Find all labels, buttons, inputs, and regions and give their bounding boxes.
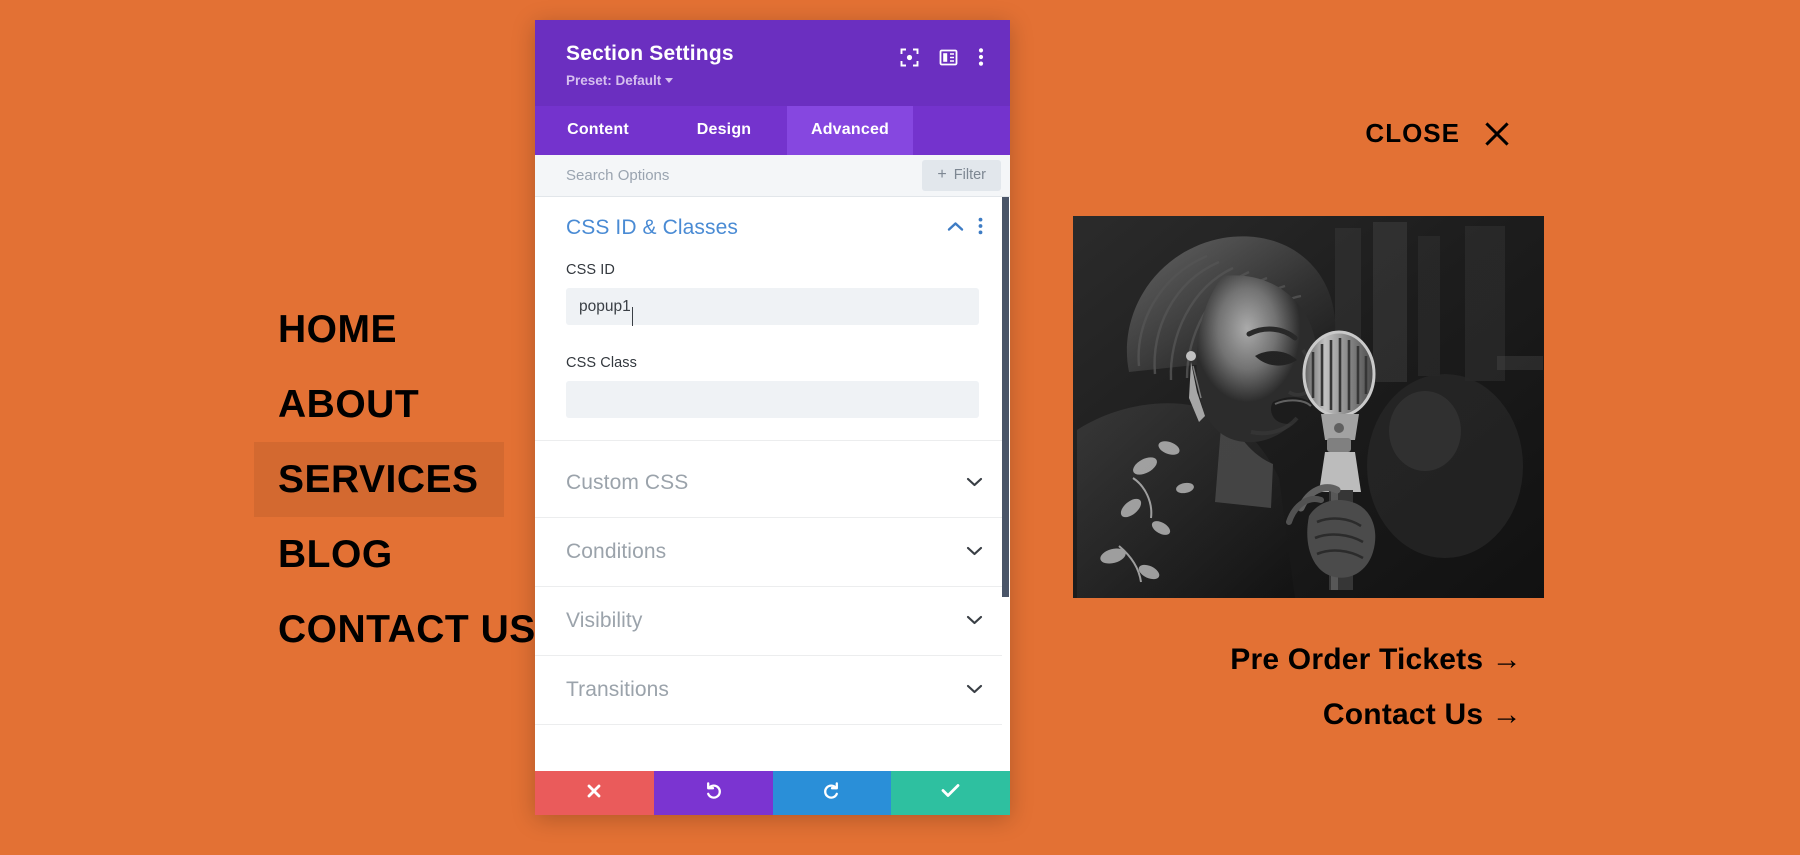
cta-links: Pre Order Tickets → Contact Us →: [1000, 640, 1522, 750]
chevron-down-icon[interactable]: [966, 474, 983, 492]
css-id-input[interactable]: popup1: [566, 288, 979, 326]
scrollbar-thumb[interactable]: [1002, 197, 1009, 598]
plus-icon: +: [937, 166, 947, 184]
singer-microphone-photo: [1073, 216, 1544, 598]
modal-body: CSS ID & Classes CSS ID popup1 CSS Class…: [535, 197, 1010, 771]
layout-panel-icon[interactable]: [939, 48, 958, 72]
tab-advanced[interactable]: Advanced: [787, 106, 913, 156]
section-transitions[interactable]: Transitions: [535, 656, 1010, 726]
section-custom-css[interactable]: Custom CSS: [535, 449, 1010, 519]
check-icon: [941, 783, 960, 803]
preset-label: Preset: Default: [566, 73, 662, 89]
tab-content[interactable]: Content: [535, 106, 661, 155]
hero-photo: [1073, 216, 1544, 598]
section-title: Custom CSS: [566, 471, 689, 495]
chevron-up-icon[interactable]: [947, 219, 964, 237]
undo-arrow-icon: [704, 781, 723, 805]
close-x-icon: [1482, 119, 1512, 149]
redo-button[interactable]: [772, 771, 892, 815]
modal-tabs: Content Design Advanced: [535, 106, 1010, 156]
close-button-label: CLOSE: [1365, 118, 1460, 148]
nav-item-about[interactable]: ABOUT: [254, 367, 578, 442]
close-button[interactable]: CLOSE: [1365, 118, 1512, 149]
chevron-down-icon[interactable]: [966, 543, 983, 561]
redo-arrow-icon: [822, 781, 841, 805]
modal-header: Section Settings Preset: Default: [535, 20, 1010, 107]
modal-title: Section Settings: [566, 42, 734, 65]
cta-pre-order-tickets[interactable]: Pre Order Tickets →: [1000, 640, 1522, 679]
chevron-down-icon[interactable]: [966, 681, 983, 699]
undo-button[interactable]: [653, 771, 773, 815]
field-css-id: CSS ID popup1: [535, 256, 1010, 326]
field-css-id-label: CSS ID: [566, 262, 615, 279]
section-settings-modal: Section Settings Preset: Default Content…: [535, 20, 1010, 815]
preset-selector[interactable]: Preset: Default: [566, 73, 734, 88]
section-conditions[interactable]: Conditions: [535, 518, 1010, 588]
css-class-input[interactable]: [566, 381, 979, 419]
chevron-down-icon[interactable]: [966, 612, 983, 630]
text-cursor: [631, 306, 633, 326]
more-vertical-icon[interactable]: [978, 47, 984, 72]
section-title: Transitions: [566, 678, 670, 702]
section-css-id-classes-header[interactable]: CSS ID & Classes: [535, 197, 1010, 256]
section-divider: [535, 440, 1010, 442]
nav-item-blog[interactable]: BLOG: [254, 517, 578, 592]
field-spacer: [535, 325, 1010, 349]
modal-header-actions: [900, 42, 984, 72]
section-header-actions: [947, 217, 983, 240]
main-navigation: HOME ABOUT SERVICES BLOG CONTACT US: [254, 292, 578, 667]
cta-contact-us[interactable]: Contact Us →: [1000, 695, 1522, 734]
section-visibility[interactable]: Visibility: [535, 587, 1010, 657]
nav-item-home[interactable]: HOME: [254, 292, 578, 367]
save-button[interactable]: [891, 771, 1010, 815]
field-css-class-label: CSS Class: [566, 355, 637, 372]
settings-scroll-area: CSS ID & Classes CSS ID popup1 CSS Class…: [535, 197, 1010, 771]
filter-button-label: Filter: [953, 167, 986, 184]
focus-target-icon[interactable]: [900, 48, 919, 72]
section-title: CSS ID & Classes: [566, 216, 738, 240]
modal-footer: [535, 771, 1010, 815]
chevron-down-icon: [665, 78, 674, 84]
scrollbar-track[interactable]: [1002, 197, 1010, 771]
css-id-value: popup1: [579, 297, 631, 315]
search-row: + Filter: [535, 155, 1010, 198]
x-icon: [586, 783, 602, 804]
section-title: Visibility: [566, 609, 643, 633]
filter-button[interactable]: + Filter: [922, 160, 1001, 192]
modal-header-titles: Section Settings Preset: Default: [566, 42, 734, 88]
nav-item-services[interactable]: SERVICES: [254, 442, 504, 517]
more-vertical-icon[interactable]: [978, 217, 983, 240]
nav-item-contact-us[interactable]: CONTACT US: [254, 592, 578, 667]
cancel-button[interactable]: [535, 771, 654, 815]
section-title: Conditions: [566, 540, 667, 564]
css-id-value-wrap: popup1: [579, 297, 633, 326]
field-css-class: CSS Class: [535, 349, 1010, 419]
tab-design[interactable]: Design: [661, 106, 787, 155]
section-css-id-classes: CSS ID & Classes CSS ID popup1 CSS Class: [535, 197, 1010, 449]
search-input[interactable]: [566, 167, 923, 185]
